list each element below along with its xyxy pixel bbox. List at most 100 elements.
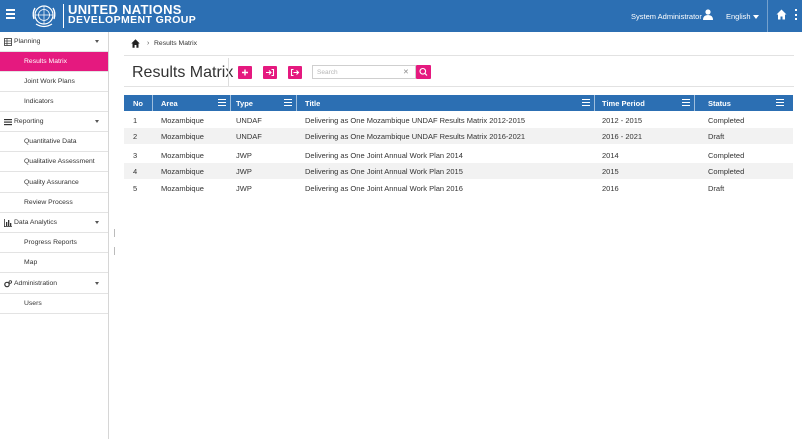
column-header-title[interactable]: Title bbox=[305, 99, 320, 108]
sidebar-item-quantitative-data[interactable]: Quantitative Data bbox=[0, 132, 108, 152]
page-title: Results Matrix bbox=[132, 64, 234, 81]
user-icon[interactable] bbox=[703, 9, 713, 20]
table-header: No Area Type Title Time Period Status bbox=[124, 95, 793, 111]
add-button[interactable] bbox=[238, 66, 252, 79]
column-menu-icon[interactable] bbox=[776, 99, 784, 106]
search-field[interactable] bbox=[312, 65, 416, 79]
cell-title[interactable]: Delivering as One Joint Annual Work Plan… bbox=[305, 151, 463, 160]
column-menu-icon[interactable] bbox=[582, 99, 590, 106]
import-icon bbox=[266, 68, 275, 77]
cell-time-period: 2016 - 2021 bbox=[602, 132, 643, 141]
caret-down-icon bbox=[95, 221, 99, 224]
import-button[interactable] bbox=[263, 66, 277, 79]
column-menu-icon[interactable] bbox=[284, 99, 292, 106]
cell-type: JWP bbox=[236, 184, 252, 193]
cell-status: Completed bbox=[708, 167, 745, 176]
cell-time-period: 2015 bbox=[602, 167, 619, 176]
sidebar-item-map[interactable]: Map bbox=[0, 253, 108, 273]
cell-title[interactable]: Delivering as One Mozambique UNDAF Resul… bbox=[305, 132, 525, 141]
caret-down-icon bbox=[95, 282, 99, 285]
cell-status: Draft bbox=[708, 132, 725, 141]
cell-title[interactable]: Delivering as One Mozambique UNDAF Resul… bbox=[305, 116, 525, 125]
cell-no: 3 bbox=[133, 151, 138, 160]
sidebar-item-label: Map bbox=[24, 259, 38, 266]
sidebar-section-planning[interactable]: Planning bbox=[0, 32, 108, 52]
sidebar-item-label: Qualitative Assessment bbox=[24, 158, 95, 165]
un-emblem-icon bbox=[32, 5, 56, 28]
cell-status: Completed bbox=[708, 116, 745, 125]
gears-icon bbox=[4, 280, 12, 288]
cell-title[interactable]: Delivering as One Joint Annual Work Plan… bbox=[305, 184, 463, 193]
cell-type: JWP bbox=[236, 167, 252, 176]
table-row[interactable]: 3 Mozambique JWP Delivering as One Joint… bbox=[124, 147, 793, 163]
export-button[interactable] bbox=[288, 66, 302, 79]
chevron-down-icon[interactable] bbox=[753, 15, 759, 19]
column-divider bbox=[230, 95, 231, 111]
table-row[interactable]: 1 Mozambique UNDAF Delivering as One Moz… bbox=[124, 112, 793, 128]
sidebar-item-progress-reports[interactable]: Progress Reports bbox=[0, 233, 108, 253]
user-name[interactable]: System Administrator bbox=[631, 12, 702, 21]
sidebar-item-label: Users bbox=[24, 300, 42, 307]
cell-title[interactable]: Delivering as One Joint Annual Work Plan… bbox=[305, 167, 463, 176]
sidebar-section-label: Data Analytics bbox=[14, 219, 58, 226]
clear-icon[interactable]: ✕ bbox=[403, 68, 409, 76]
column-divider bbox=[296, 95, 297, 111]
top-bar: UNITED NATIONS DEVELOPMENT GROUP System … bbox=[0, 0, 802, 32]
breadcrumb-home-icon[interactable] bbox=[131, 39, 140, 48]
sidebar-item-joint-work-plans[interactable]: Joint Work Plans bbox=[0, 72, 108, 92]
cell-type: UNDAF bbox=[236, 132, 262, 141]
table-row[interactable]: 5 Mozambique JWP Delivering as One Joint… bbox=[124, 180, 793, 196]
sidebar-section-administration[interactable]: Administration bbox=[0, 274, 108, 294]
caret-down-icon bbox=[95, 120, 99, 123]
column-menu-icon[interactable] bbox=[218, 99, 226, 106]
search-button[interactable] bbox=[416, 65, 431, 79]
sidebar: Planning Results Matrix Joint Work Plans… bbox=[0, 32, 109, 439]
cell-status: Draft bbox=[708, 184, 725, 193]
cell-area: Mozambique bbox=[161, 167, 204, 176]
breadcrumb-separator: › bbox=[147, 40, 150, 47]
cell-area: Mozambique bbox=[161, 116, 204, 125]
sidebar-item-indicators[interactable]: Indicators bbox=[0, 92, 108, 112]
org-name-line2: DEVELOPMENT GROUP bbox=[68, 14, 197, 26]
cell-area: Mozambique bbox=[161, 132, 204, 141]
sidebar-item-label: Quantitative Data bbox=[24, 138, 77, 145]
sidebar-section-reporting[interactable]: Reporting bbox=[0, 112, 108, 132]
cell-time-period: 2012 - 2015 bbox=[602, 116, 643, 125]
cell-area: Mozambique bbox=[161, 184, 204, 193]
column-header-time-period[interactable]: Time Period bbox=[602, 99, 645, 108]
menu-icon[interactable] bbox=[6, 9, 15, 21]
language-selector[interactable]: English bbox=[726, 12, 751, 21]
column-header-area[interactable]: Area bbox=[161, 99, 178, 108]
cell-no: 5 bbox=[133, 184, 138, 193]
column-header-no[interactable]: No bbox=[133, 99, 143, 108]
sidebar-item-label: Quality Assurance bbox=[24, 179, 79, 186]
search-icon bbox=[419, 67, 428, 76]
sidebar-item-review-process[interactable]: Review Process bbox=[0, 193, 108, 213]
divider bbox=[124, 86, 794, 87]
column-header-status[interactable]: Status bbox=[708, 99, 731, 108]
list-icon bbox=[4, 119, 12, 126]
plus-icon bbox=[242, 69, 248, 76]
column-header-type[interactable]: Type bbox=[236, 99, 253, 108]
table-row[interactable]: 2 Mozambique UNDAF Delivering as One Moz… bbox=[124, 128, 793, 144]
table-row[interactable]: 4 Mozambique JWP Delivering as One Joint… bbox=[124, 163, 793, 179]
column-divider bbox=[152, 95, 153, 111]
column-menu-icon[interactable] bbox=[682, 99, 690, 106]
sidebar-resize-handle[interactable] bbox=[114, 224, 117, 255]
more-vertical-icon[interactable] bbox=[795, 9, 798, 21]
sidebar-item-users[interactable]: Users bbox=[0, 294, 108, 314]
sidebar-item-results-matrix[interactable]: Results Matrix bbox=[0, 52, 108, 72]
cell-no: 4 bbox=[133, 167, 138, 176]
column-divider bbox=[694, 95, 695, 111]
column-divider bbox=[594, 95, 595, 111]
sidebar-section-data-analytics[interactable]: Data Analytics bbox=[0, 213, 108, 233]
sidebar-item-qualitative-assessment[interactable]: Qualitative Assessment bbox=[0, 152, 108, 172]
home-icon[interactable] bbox=[776, 9, 787, 20]
sidebar-item-quality-assurance[interactable]: Quality Assurance bbox=[0, 173, 108, 193]
search-input[interactable] bbox=[317, 67, 397, 77]
org-logo-text: UNITED NATIONS DEVELOPMENT GROUP bbox=[68, 3, 197, 26]
sidebar-item-label: Indicators bbox=[24, 98, 54, 105]
divider bbox=[124, 55, 794, 56]
cell-type: UNDAF bbox=[236, 116, 262, 125]
sidebar-item-label: Review Process bbox=[24, 199, 73, 206]
